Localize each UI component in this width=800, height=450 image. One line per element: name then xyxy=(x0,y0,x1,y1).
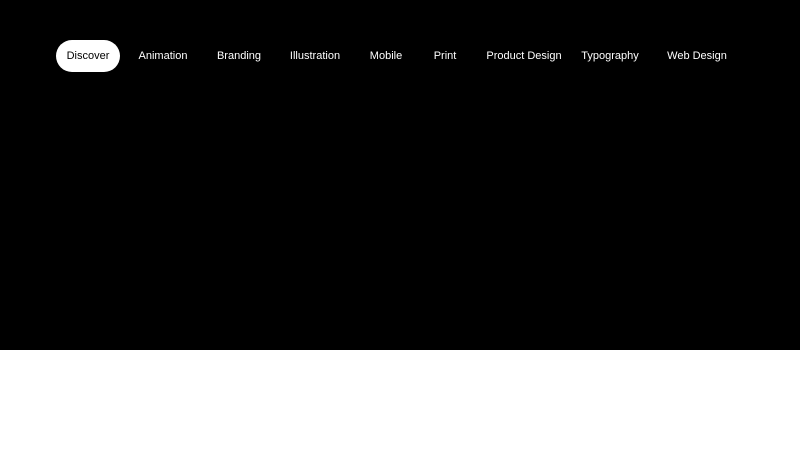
category-tab-branding[interactable]: Branding xyxy=(206,40,272,72)
category-tab-illustration[interactable]: Illustration xyxy=(272,40,358,72)
category-tab-label: Product Design xyxy=(486,50,562,62)
category-tab-label: Illustration xyxy=(289,50,341,62)
category-tab-label: Mobile xyxy=(369,50,403,62)
category-tab-label: Print xyxy=(433,50,457,62)
category-tab-print[interactable]: Print xyxy=(414,40,476,72)
category-tab-label: Discover xyxy=(66,50,110,62)
category-tab-typography[interactable]: Typography xyxy=(572,40,648,72)
hero-section: Discover Animation Branding Illustration… xyxy=(0,0,800,350)
category-nav: Discover Animation Branding Illustration… xyxy=(56,40,746,72)
category-tab-discover[interactable]: Discover xyxy=(56,40,120,72)
category-tab-product-design[interactable]: Product Design xyxy=(476,40,572,72)
category-tab-mobile[interactable]: Mobile xyxy=(358,40,414,72)
category-tab-animation[interactable]: Animation xyxy=(120,40,206,72)
category-tab-label: Web Design xyxy=(667,50,727,62)
category-tab-label: Animation xyxy=(138,50,188,62)
category-tab-label: Typography xyxy=(581,50,639,62)
category-tab-web-design[interactable]: Web Design xyxy=(648,40,746,72)
content-area xyxy=(0,350,800,450)
category-tab-label: Branding xyxy=(216,50,262,62)
